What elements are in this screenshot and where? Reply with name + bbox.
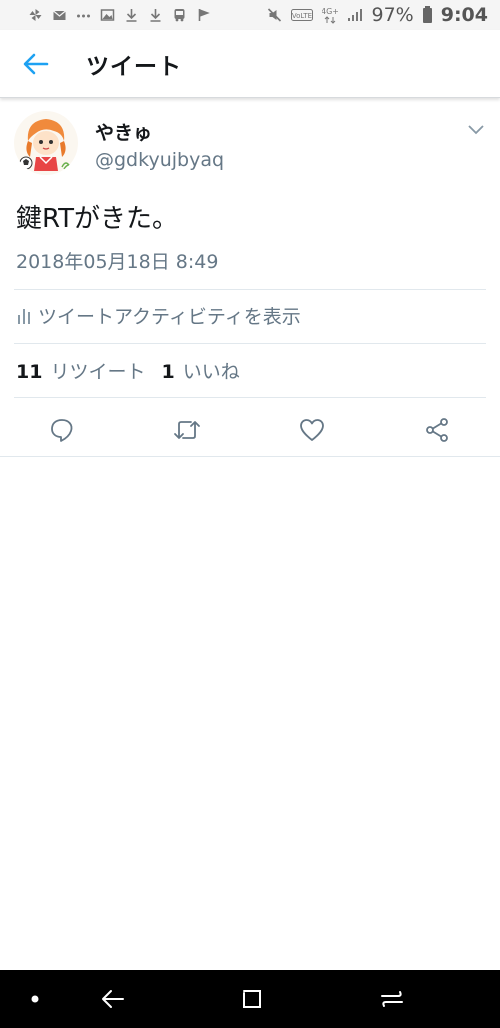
download-icon bbox=[126, 9, 137, 22]
like-label: いいね bbox=[182, 361, 240, 383]
avatar-illustration-icon bbox=[14, 111, 78, 175]
system-nav-bar bbox=[0, 970, 500, 1028]
download-icon bbox=[150, 9, 161, 22]
author-row: やきゅ @gdkyujbyaq bbox=[0, 99, 500, 185]
reply-button[interactable] bbox=[47, 415, 77, 445]
signal-icon bbox=[347, 9, 362, 21]
volte-icon: VoLTE bbox=[290, 9, 313, 21]
share-icon bbox=[426, 418, 448, 442]
chevron-down-icon bbox=[468, 125, 484, 135]
4g-icon: 4G+ bbox=[322, 7, 338, 24]
flag-icon bbox=[198, 9, 210, 21]
like-count: 1 bbox=[161, 361, 175, 383]
retweet-stat[interactable]: 11 リツイート bbox=[16, 357, 145, 384]
status-bar: VoLTE 4G+ 97% 9:04 bbox=[0, 0, 500, 30]
avatar[interactable] bbox=[14, 111, 78, 175]
page-title: ツイート bbox=[86, 53, 182, 80]
battery-icon bbox=[422, 5, 432, 23]
status-time: 9:04 bbox=[440, 4, 488, 26]
tweet-menu-button[interactable] bbox=[464, 119, 488, 139]
retweet-count: 11 bbox=[16, 361, 43, 383]
battery-percentage: 97% bbox=[371, 4, 414, 26]
tweet-activity-label: ツイートアクティビティを表示 bbox=[38, 306, 301, 328]
divider bbox=[14, 343, 486, 344]
like-stat[interactable]: 1 いいね bbox=[161, 357, 239, 384]
retweet-icon bbox=[174, 421, 200, 439]
image-icon bbox=[100, 9, 115, 21]
divider bbox=[14, 397, 486, 398]
tweet-text: 鍵RTがきた。 bbox=[16, 204, 179, 234]
bus-icon bbox=[174, 9, 185, 22]
nav-recents-button[interactable] bbox=[237, 984, 267, 1014]
divider bbox=[14, 289, 486, 290]
reply-icon bbox=[51, 419, 73, 442]
mute-icon bbox=[267, 8, 281, 22]
nav-switch-button[interactable] bbox=[377, 984, 407, 1014]
mail-icon bbox=[53, 10, 66, 20]
tweet-detail: やきゅ @gdkyujbyaq 鍵RTがきた。 2018年05月18日 8:49… bbox=[0, 99, 500, 442]
heart-icon bbox=[300, 419, 324, 441]
back-button[interactable] bbox=[16, 44, 56, 84]
switch-apps-icon bbox=[381, 991, 403, 1007]
dots-icon bbox=[77, 14, 90, 18]
nav-back-button[interactable] bbox=[98, 984, 128, 1014]
svg-text:4G+: 4G+ bbox=[322, 7, 338, 16]
display-name[interactable]: やきゅ bbox=[95, 118, 152, 145]
like-button[interactable] bbox=[297, 415, 327, 445]
app-header: ツイート bbox=[0, 30, 500, 98]
retweet-label: リツイート bbox=[50, 361, 146, 383]
user-handle[interactable]: @gdkyujbyaq bbox=[95, 149, 224, 171]
retweet-button[interactable] bbox=[172, 415, 202, 445]
recents-icon bbox=[243, 990, 261, 1008]
tweet-timestamp: 2018年05月18日 8:49 bbox=[16, 251, 219, 273]
divider bbox=[0, 456, 500, 457]
tweet-actions bbox=[0, 405, 500, 457]
pinwheel-icon bbox=[29, 9, 42, 21]
tweet-activity-link[interactable]: ツイートアクティビティを表示 bbox=[16, 302, 301, 329]
back-icon bbox=[102, 990, 124, 1008]
share-button[interactable] bbox=[422, 415, 452, 445]
bar-chart-icon bbox=[18, 308, 30, 324]
dot-icon bbox=[31, 995, 39, 1003]
svg-text:VoLTE: VoLTE bbox=[291, 12, 311, 20]
nav-dot-button[interactable] bbox=[20, 984, 50, 1014]
back-arrow-icon bbox=[23, 53, 49, 74]
tweet-stats: 11 リツイート 1 いいね bbox=[16, 357, 256, 384]
